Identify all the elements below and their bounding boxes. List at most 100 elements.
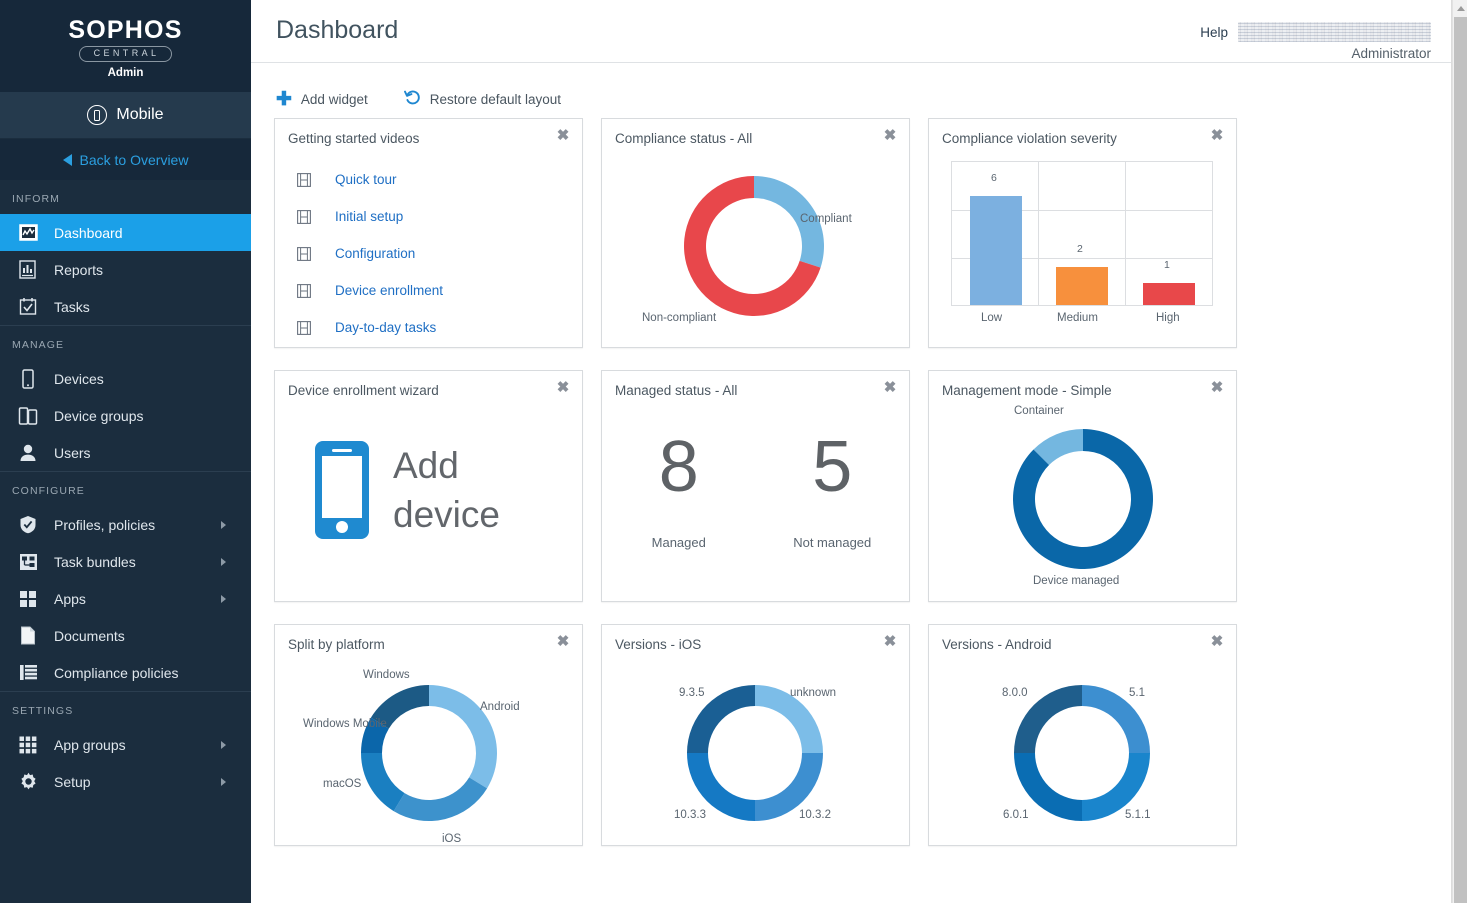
close-icon[interactable]: ✖ [1209,380,1225,396]
sidebar-item-label: Profiles, policies [54,518,155,532]
donut-segment[interactable] [361,753,405,811]
account-name-redacted[interactable] [1238,22,1431,42]
sidebar-item-label: Reports [54,263,103,277]
plus-icon: ✚ [276,93,292,107]
scrollbar-thumb[interactable] [1454,17,1467,903]
list-item[interactable]: Day-to-day tasks [297,309,582,346]
video-link-label: Initial setup [335,209,403,224]
close-icon[interactable]: ✖ [1209,128,1225,144]
sidebar-item-apps[interactable]: Apps [0,580,251,617]
page-title: Dashboard [276,10,398,50]
sidebar-item-task-bundles[interactable]: Task bundles [0,543,251,580]
account-area: Help Administrator [1200,10,1431,61]
bar-category-high: High [1156,312,1180,324]
sidebar-item-label: Users [54,446,91,460]
close-icon[interactable]: ✖ [1209,634,1225,650]
sidebar-item-profiles-policies[interactable]: Profiles, policies [0,506,251,543]
chevron-right-icon [221,521,226,529]
document-icon [16,625,40,647]
widget-title: Compliance violation severity [929,119,1236,147]
sidebar-item-label: Apps [54,592,86,606]
film-strip-icon [297,284,311,298]
vertical-scrollbar[interactable] [1452,0,1467,903]
donut-label: 5.1 [1129,687,1145,699]
film-strip-icon [297,173,311,187]
donut-label: Container [1014,405,1064,417]
widget-title: Getting started videos [275,119,582,147]
add-device-label: Add device [393,441,500,539]
versions-ios-chart: unknown 10.3.2 10.3.3 9.3.5 [602,653,909,843]
sidebar-item-label: Setup [54,775,91,789]
close-icon[interactable]: ✖ [555,634,571,650]
add-widget-label: Add widget [301,92,368,107]
list-item[interactable]: Initial setup [297,198,582,235]
compliance-status-chart: Compliant Non-compliant [602,147,909,345]
bar-value-medium: 2 [1077,243,1083,255]
sidebar-item-documents[interactable]: Documents [0,617,251,654]
sidebar-item-setup[interactable]: Setup [0,763,251,800]
stat-value: 8 [602,421,756,513]
film-strip-icon [297,210,311,224]
sidebar-item-app-groups[interactable]: App groups [0,726,251,763]
widget-title: Versions - iOS [602,625,909,653]
add-device-button[interactable]: Add device [275,399,582,539]
donut-label: Windows [363,669,410,681]
donut-label: iOS [442,833,461,845]
widget-title: Managed status - All [602,371,909,399]
brand-sub: CENTRAL [79,46,173,62]
donut-label: 8.0.0 [1002,687,1028,699]
grid-apps-icon [16,588,40,610]
widget-device-enrollment-wizard: Device enrollment wizard ✖ Add device [274,370,583,602]
dashboard-toolbar: ✚ Add widget Restore default layout [251,63,1467,116]
close-icon[interactable]: ✖ [882,380,898,396]
donut-label: Android [480,701,520,713]
close-icon[interactable]: ✖ [882,128,898,144]
donut-label: unknown [790,687,836,699]
main-content: Dashboard Help Administrator ✚ Add widge… [251,0,1467,903]
phone-icon [315,441,369,539]
chevron-right-icon [221,595,226,603]
add-widget-button[interactable]: ✚ Add widget [276,92,368,107]
sidebar-item-reports[interactable]: Reports [0,251,251,288]
product-label: Mobile [116,106,163,124]
undo-arrow-icon [404,89,421,111]
sidebar-item-compliance-policies[interactable]: Compliance policies [0,654,251,691]
sidebar: SOPHOS CENTRAL Admin Mobile Back to Over… [0,0,251,903]
back-to-overview-link[interactable]: Back to Overview [0,139,251,180]
donut-segment[interactable] [1013,429,1153,569]
severity-bar-chart: 6 2 1 Low Medium High [929,161,1236,332]
list-lines-icon [16,662,40,684]
product-selector-mobile[interactable]: Mobile [0,92,251,139]
app-root: SOPHOS CENTRAL Admin Mobile Back to Over… [0,0,1467,903]
bar-low [970,196,1022,305]
scroll-up-arrow-icon[interactable] [1453,0,1467,16]
donut-segment[interactable] [394,777,487,821]
chart-dashboard-icon [16,222,40,244]
phone-icon [16,368,40,390]
help-link[interactable]: Help [1200,25,1228,40]
close-icon[interactable]: ✖ [882,634,898,650]
sidebar-item-users[interactable]: Users [0,434,251,471]
stat-label: Managed [602,535,756,550]
donut-label: Device managed [1033,575,1119,587]
video-link-label: Device enrollment [335,283,443,298]
list-item[interactable]: Quick tour [297,161,582,198]
close-icon[interactable]: ✖ [555,128,571,144]
restore-default-layout-button[interactable]: Restore default layout [404,89,561,111]
widget-getting-started-videos: Getting started videos ✖ Quick tour Init… [274,118,583,348]
list-item[interactable]: Device enrollment [297,272,582,309]
bar-plot-area: 6 2 1 [951,161,1213,306]
list-item[interactable]: Configuration [297,235,582,272]
sidebar-item-dashboard[interactable]: Dashboard [0,214,251,251]
restore-default-layout-label: Restore default layout [430,92,561,107]
sidebar-item-device-groups[interactable]: Device groups [0,397,251,434]
close-icon[interactable]: ✖ [555,380,571,396]
brand-role: Admin [108,67,144,79]
stat-managed[interactable]: 8 Managed [602,421,756,550]
widget-management-mode: Management mode - Simple ✖ Container Dev… [928,370,1237,602]
sidebar-item-devices[interactable]: Devices [0,360,251,397]
stat-not-managed[interactable]: 5 Not managed [756,421,910,550]
video-link-label: Quick tour [335,172,397,187]
sidebar-item-label: App groups [54,738,126,752]
sidebar-item-tasks[interactable]: Tasks [0,288,251,325]
